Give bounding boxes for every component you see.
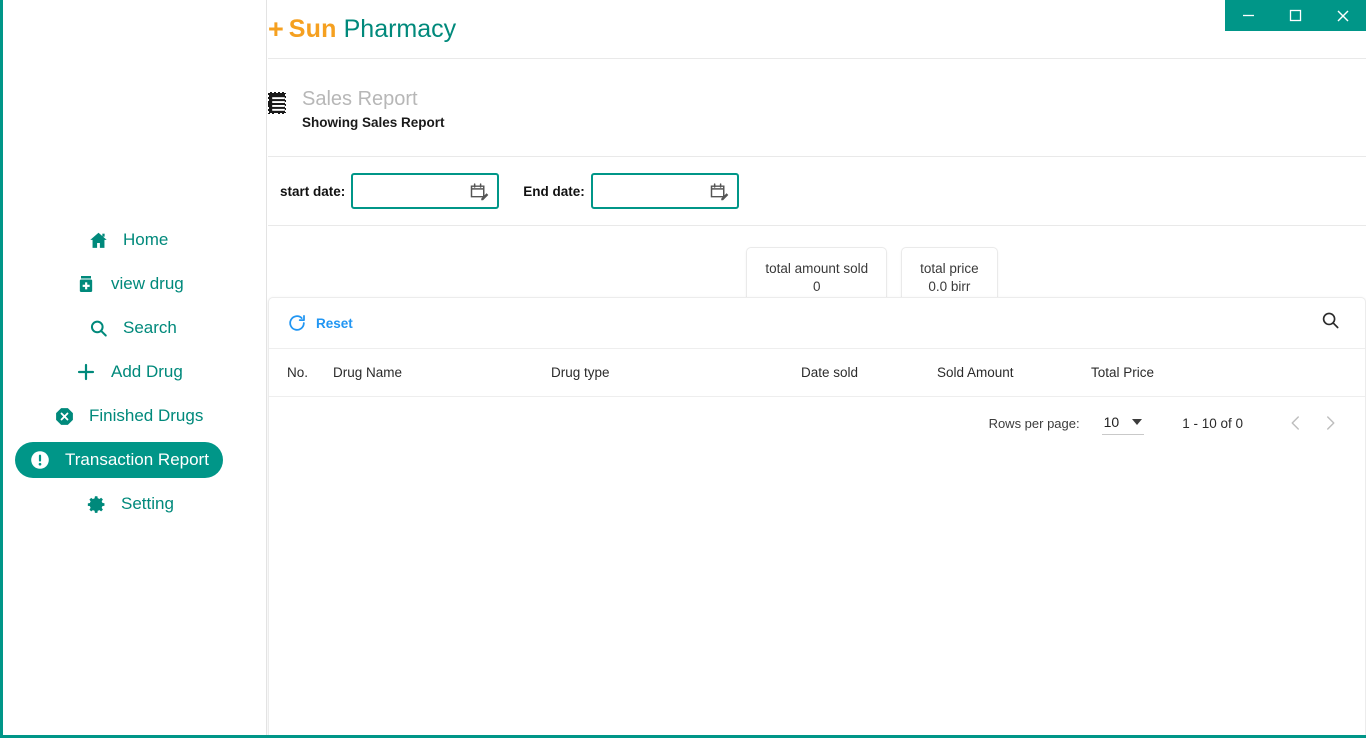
calendar-edit-icon[interactable] (468, 181, 489, 202)
window-controls (1225, 0, 1366, 31)
sidebar-item-label: Search (123, 318, 177, 337)
stat-value: 0 (812, 279, 821, 295)
main-content: + Sun Pharmacy Sales Report Showing Sale… (268, 0, 1366, 735)
start-date-label: start date: (280, 183, 346, 199)
chevron-right-icon (1321, 414, 1339, 432)
sidebar-item-transaction-report[interactable]: Transaction Report (3, 442, 266, 478)
reset-button[interactable]: Reset (287, 313, 353, 333)
chevron-down-icon (1132, 418, 1143, 425)
next-page-button[interactable] (1313, 406, 1347, 440)
sidebar-item-home[interactable]: Home (3, 222, 266, 258)
sidebar-item-label: Add Drug (111, 362, 183, 381)
sidebar-item-label: view drug (111, 274, 184, 293)
start-date-input[interactable] (353, 175, 464, 207)
rows-per-page-label: Rows per page: (988, 415, 1080, 431)
rows-per-page-value: 10 (1103, 413, 1120, 430)
previous-page-button[interactable] (1279, 406, 1313, 440)
column-header-drug-name: Drug Name (333, 365, 403, 380)
brand-name: Sun (288, 14, 337, 43)
date-filter-bar: start date: End date: (268, 157, 1366, 225)
minimize-button[interactable] (1225, 0, 1272, 31)
x-octagon-icon (53, 405, 75, 427)
column-header-no: No. (287, 365, 309, 380)
column-header-drug-type: Drug type (551, 365, 610, 380)
calendar-edit-icon[interactable] (708, 181, 729, 202)
chevron-left-icon (1287, 414, 1305, 432)
search-icon (1320, 310, 1341, 336)
sidebar-item-label: Transaction Report (65, 450, 209, 469)
sidebar-item-setting[interactable]: Setting (3, 486, 266, 522)
sidebar-item-label: Finished Drugs (89, 406, 204, 425)
brand-plus-icon: + (268, 13, 284, 44)
page-subtitle: Showing Sales Report (302, 115, 445, 130)
brand-suffix: Pharmacy (343, 14, 457, 43)
pagination-range: 1 - 10 of 0 (1182, 415, 1243, 431)
refresh-icon (287, 313, 307, 333)
stat-label: total price (920, 261, 979, 276)
sidebar-item-label: Setting (121, 494, 174, 513)
stat-value: 0.0 birr (928, 279, 971, 295)
pagination: Rows per page: 10 1 - 10 of 0 (269, 397, 1365, 449)
gear-icon (85, 493, 107, 515)
sales-table-card: Reset No. Drug Name Drug type Date sold (268, 297, 1366, 735)
sidebar-item-label: Home (123, 230, 169, 249)
report-header: Sales Report Showing Sales Report (268, 59, 1366, 156)
sidebar-item-search[interactable]: Search (3, 310, 266, 346)
column-header-total-price: Total Price (1091, 365, 1155, 380)
medicine-bottle-icon (75, 273, 97, 295)
sidebar-item-finished-drugs[interactable]: Finished Drugs (3, 398, 266, 434)
maximize-button[interactable] (1272, 0, 1319, 31)
app-window: Home view drug Search Add Drug Finished … (0, 0, 1366, 738)
sidebar: Home view drug Search Add Drug Finished … (3, 0, 267, 735)
end-date-input[interactable] (592, 175, 703, 207)
page-title: Sales Report (302, 88, 418, 110)
reset-label: Reset (316, 315, 353, 331)
home-icon (87, 229, 109, 251)
sidebar-item-view-drug[interactable]: view drug (3, 266, 266, 302)
column-header-sold-amount: Sold Amount (937, 365, 1014, 380)
plus-icon (75, 361, 97, 383)
start-date-field[interactable] (351, 173, 500, 209)
close-button[interactable] (1319, 0, 1366, 31)
rows-per-page-select[interactable]: 10 (1101, 412, 1145, 435)
column-header-date-sold: Date sold (801, 365, 859, 380)
app-brand: + Sun Pharmacy (268, 0, 1366, 58)
sidebar-item-add-drug[interactable]: Add Drug (3, 354, 266, 390)
stat-label: total amount sold (765, 261, 869, 276)
end-date-label: End date: (523, 183, 585, 199)
table-header-row: No. Drug Name Drug type Date sold Sold A… (269, 349, 1365, 397)
search-icon (87, 317, 109, 339)
exclamation-circle-icon (29, 449, 51, 471)
end-date-field[interactable] (590, 173, 739, 209)
table-search-button[interactable] (1316, 306, 1345, 340)
receipt-icon (268, 92, 289, 115)
table-toolbar: Reset (269, 298, 1365, 349)
